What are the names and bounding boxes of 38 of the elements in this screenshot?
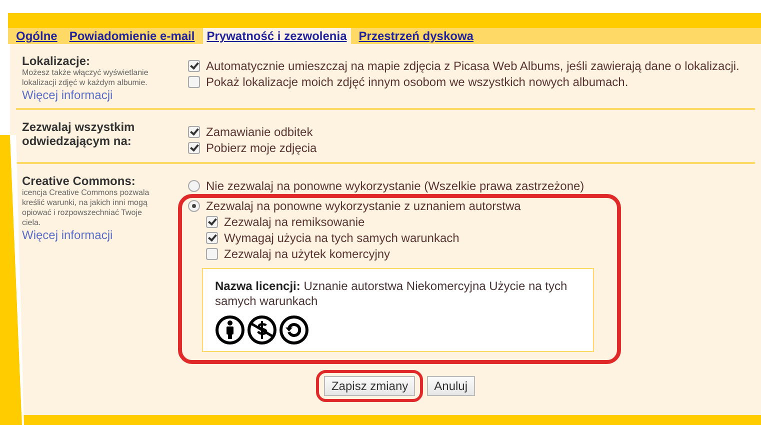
tab[interactable]: Ogólne [12, 28, 62, 44]
option-label: Zezwalaj na remiksowanie [224, 215, 365, 229]
more-info-link[interactable]: Więcej informacji [22, 88, 188, 102]
option-label: Nie zezwalaj na ponowne wykorzystanie (Wszelkie prawa zastrzeżone) [206, 179, 584, 193]
description-text: ciela. [22, 218, 42, 228]
attribution-person-icon [215, 315, 245, 345]
tab[interactable]: Powiadomienie e-mail [65, 28, 199, 44]
description-text: kreślić warunki, na jakich inni mogą [22, 198, 148, 208]
description-text: icencja Creative Commons pozwala [22, 188, 150, 198]
section-title: Zezwalaj wszystkim odwiedzającym na: [22, 120, 136, 148]
license-name: Nazwa licencji: Uznanie autorstwa Niekomercyjna Użycie na tych samych warunkach [215, 279, 568, 309]
checkbox[interactable] [206, 232, 218, 244]
radio-button[interactable] [188, 200, 200, 212]
more-info-link[interactable]: Więcej informacji [22, 228, 188, 242]
option-label: Zamawianie odbitek [206, 125, 313, 139]
option-label: Wymagaj użycia na tych samych warunkach [224, 231, 460, 245]
tab[interactable]: Prywatność i zezwolenia [202, 28, 351, 44]
option-label: Zezwalaj na ponowne wykorzystanie z uznaniem autorstwa [206, 199, 521, 213]
checkbox[interactable] [188, 126, 200, 138]
checkbox[interactable] [206, 248, 218, 260]
option-label: Automatycznie umieszczaj na mapie zdjęcia z Picasa Web Albums, jeśli zawierają dane o lokalizacji. [206, 59, 740, 73]
checkbox[interactable] [188, 76, 200, 88]
option-label: Zezwalaj na użytek komercyjny [224, 247, 390, 261]
option-label: Pobierz moje zdjęcia [206, 141, 317, 155]
checkbox[interactable] [188, 60, 200, 72]
radio-button[interactable] [188, 180, 200, 192]
section-title: Creative Commons: [22, 174, 136, 188]
action-button[interactable]: Zapisz zmiany [324, 376, 416, 396]
description-text: opiować i rozpowszechniać Twoje [22, 208, 143, 218]
checkbox[interactable] [188, 142, 200, 154]
description-text: Możesz także włączyć wyświetlanie [22, 68, 150, 78]
section-title: Lokalizacje: [22, 54, 92, 68]
description-text: lokalizacji zdjęć w każdym albumie. [22, 78, 148, 88]
option-label: Pokaż lokalizacje moich zdjęć innym osobom we wszystkich nowych albumach. [206, 75, 628, 89]
action-button[interactable]: Anuluj [427, 376, 475, 396]
crossed-dollar-icon [247, 315, 277, 345]
checkbox[interactable] [206, 216, 218, 228]
tab[interactable]: Przestrzeń dyskowa [354, 28, 478, 44]
